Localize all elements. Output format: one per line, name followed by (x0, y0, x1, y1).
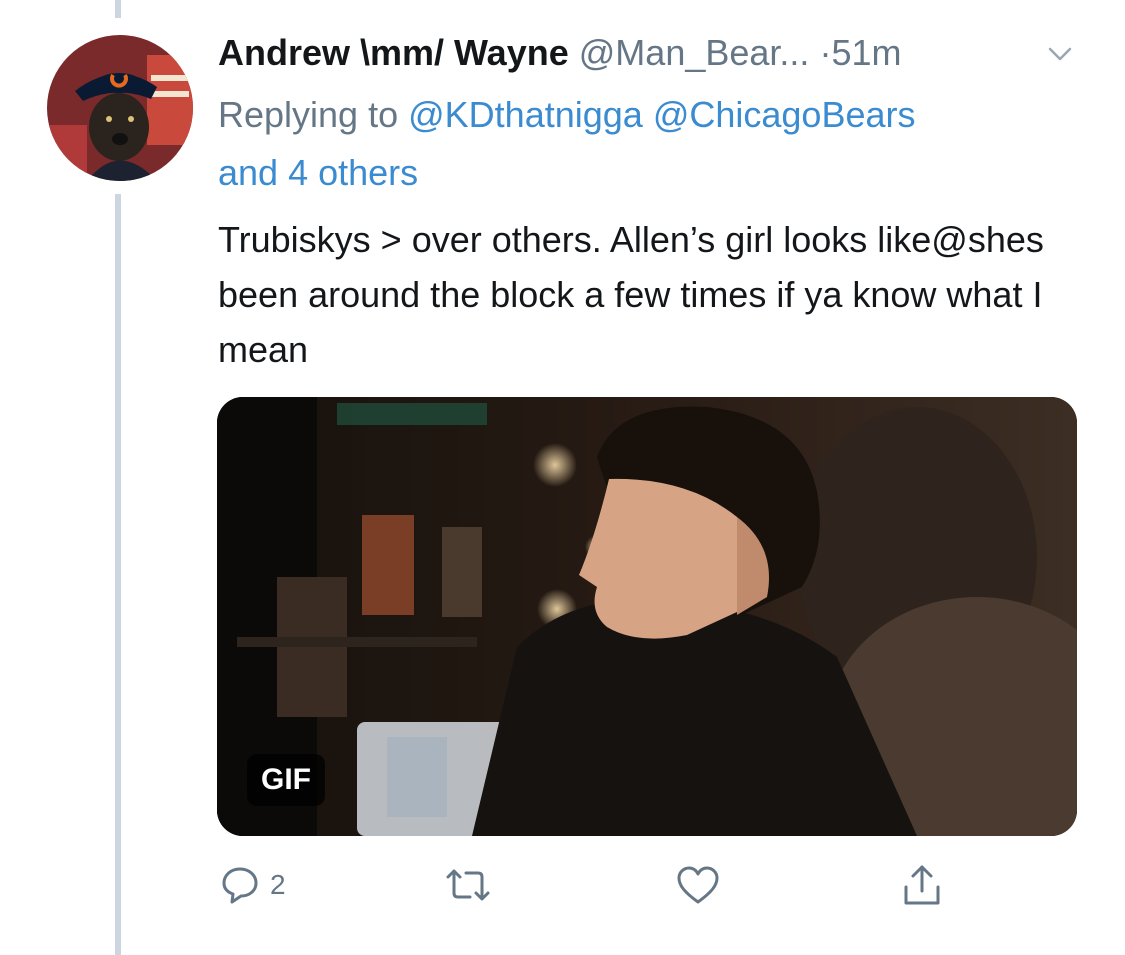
reply-count: 2 (270, 869, 286, 900)
share-icon (904, 865, 940, 905)
thread-line-top (115, 0, 121, 18)
mention-link[interactable]: @KDthatnigga (408, 94, 643, 135)
retweet-button[interactable] (440, 860, 496, 910)
others-link[interactable]: and 4 others (218, 152, 418, 193)
share-button[interactable] (900, 860, 944, 910)
action-bar: 2 (218, 860, 1078, 910)
user-handle[interactable]: @Man_Bear... (579, 32, 810, 73)
separator-dot: · (819, 32, 832, 73)
timestamp[interactable]: 51m (831, 32, 901, 73)
like-button[interactable] (674, 860, 722, 910)
avatar[interactable] (47, 35, 193, 181)
chevron-down-icon[interactable] (1046, 40, 1074, 68)
mention-link[interactable]: @ChicagoBears (653, 94, 916, 135)
gif-badge: GIF (247, 754, 325, 806)
reply-button[interactable]: 2 (218, 860, 286, 910)
speech-bubble-icon (222, 867, 258, 904)
heart-icon (677, 866, 719, 904)
gif-media[interactable]: GIF (217, 397, 1077, 836)
display-name[interactable]: Andrew \mm/ Wayne (218, 32, 569, 73)
replying-to: Replying to @KDthatnigga @ChicagoBears a… (218, 86, 1098, 202)
tweet-header: Andrew \mm/ Wayne @Man_Bear... ·51m (218, 28, 1098, 78)
retweet-icon (446, 869, 490, 901)
tweet-text: Trubiskys > over others. Allen’s girl lo… (218, 219, 1044, 370)
replying-prefix: Replying to (218, 94, 399, 135)
thread-line-bottom (115, 194, 121, 955)
